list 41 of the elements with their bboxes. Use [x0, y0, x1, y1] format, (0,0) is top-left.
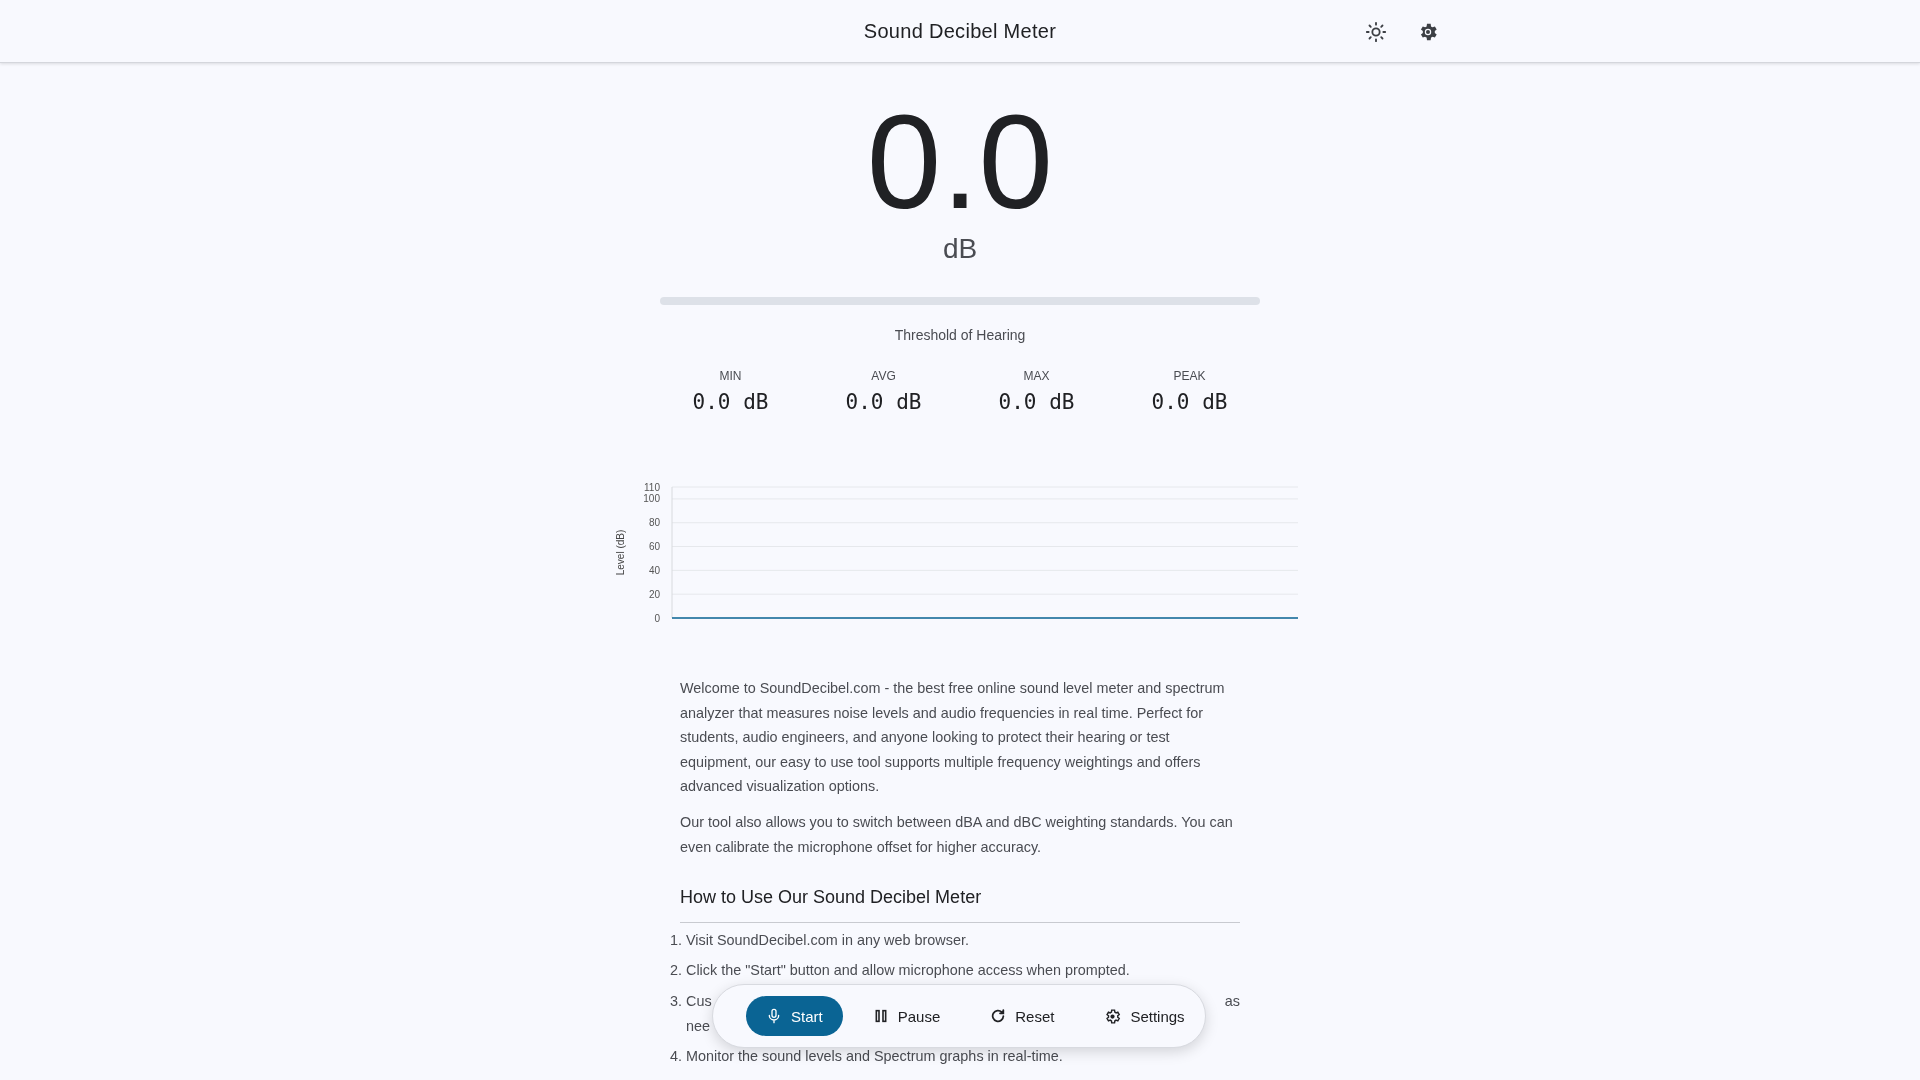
paragraph: Welcome to SoundDecibel.com - the best free online sound level meter and spectrum analyzer that measures noise levels and audio frequencies in real time. Perfect for students, audio engineers, and anyone looking to protect their hearing or test equipment, our easy to use tool supports multiple frequency weightings and offers advanced visualization options. — [680, 679, 1226, 797]
list-text: nee — [686, 1016, 710, 1036]
list-text: Visit SoundDecibel.com in any web browser. — [686, 930, 969, 950]
stat-value: 0.0 dB — [845, 390, 922, 414]
decibel-reading: 0.0 — [866, 95, 1054, 229]
paragraph: Our tool also allows you to switch between dBA and dBC weighting standards. You can even calibrate the microphone offset for higher accuracy. — [680, 812, 1234, 857]
stat-value: 0.0 dB — [692, 390, 769, 414]
stat-label: MIN — [719, 369, 742, 383]
section-heading: How to Use Our Sound Decibel Meter — [680, 885, 1240, 923]
stat-label: MAX — [1023, 369, 1050, 383]
list-text: Click the "Start" button and allow microphone access when prompted. — [686, 961, 1130, 981]
settings-button[interactable]: Settings — [1084, 996, 1205, 1036]
sun-icon — [1365, 21, 1387, 43]
y-tick-label: 80 — [648, 517, 660, 529]
reset-button[interactable]: Reset — [970, 996, 1075, 1036]
pause-button[interactable]: Pause — [852, 996, 961, 1036]
microphone-icon — [766, 1008, 782, 1024]
y-axis-title: Level (dB) — [615, 529, 626, 576]
y-tick-label: 20 — [648, 588, 660, 600]
stat-value: 0.0 dB — [1151, 390, 1228, 414]
y-tick-label: 100 — [643, 493, 660, 505]
list-number: 1. — [670, 930, 682, 950]
y-tick-label: 60 — [648, 541, 660, 553]
page-title: Sound Decibel Meter — [863, 19, 1057, 43]
list-number: 4. — [670, 1047, 682, 1067]
y-tick-label: 110 — [644, 481, 660, 493]
refresh-icon — [990, 1008, 1007, 1024]
stat-label: PEAK — [1173, 369, 1206, 383]
list-text: as — [1224, 991, 1240, 1011]
stat-label: AVG — [871, 369, 896, 383]
list-text: Monitor the sound levels and Spectrum graphs in real-time. — [686, 1047, 1063, 1067]
list-number: 3. — [670, 991, 682, 1011]
unit-label: dB — [942, 233, 978, 265]
stat-value: 0.0 dB — [998, 390, 1075, 414]
y-tick-label: 0 — [654, 612, 660, 624]
level-description: Threshold of Hearing — [894, 327, 1026, 343]
settings-icon — [1104, 1007, 1122, 1025]
list-number: 2. — [670, 961, 682, 981]
start-button[interactable]: Start — [746, 996, 843, 1036]
list-text: Cus — [686, 991, 712, 1011]
y-tick-label: 40 — [648, 564, 660, 576]
